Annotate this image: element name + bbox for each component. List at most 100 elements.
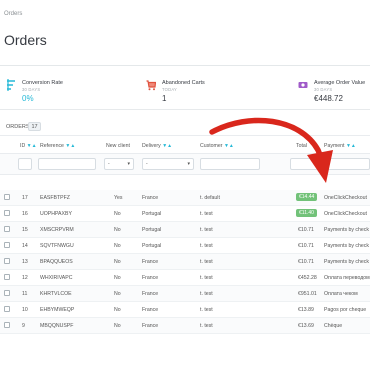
filter-total-input[interactable] <box>290 158 318 170</box>
kpi-row: Conversion Rate 30 DAYS 0% Abandoned Car… <box>0 70 370 110</box>
cell-customer: t. test <box>200 259 213 265</box>
sort-icon[interactable]: ▼▲ <box>224 143 234 149</box>
table-row[interactable]: 9 MBQQNUSPF No France t. test €13.69 Chèque <box>0 318 370 334</box>
column-header-payment[interactable]: Payment ▼▲ <box>324 143 356 149</box>
cell-payment: Payments by check <box>324 227 369 233</box>
cell-reference: KHRTVLCOE <box>40 291 72 297</box>
cell-reference: BPAQQUEOS <box>40 259 73 265</box>
cell-customer: t. test <box>200 291 213 297</box>
filter-payment-input[interactable] <box>324 158 370 170</box>
cell-id: 13 <box>22 259 28 265</box>
cell-id: 14 <box>22 243 28 249</box>
sort-icon[interactable]: ▼▲ <box>162 143 172 149</box>
filter-reference-input[interactable] <box>38 158 96 170</box>
cell-reference: SQVTFNWGU <box>40 243 74 249</box>
kpi-period: 30 DAYS <box>22 87 41 92</box>
row-checkbox[interactable] <box>4 258 10 264</box>
cell-delivery: Portugal <box>142 211 162 217</box>
cell-customer: t. test <box>200 211 213 217</box>
cell-total: €10.71 <box>298 243 314 249</box>
page-header: Orders Orders <box>0 0 370 66</box>
kpi-label: Average Order Value <box>314 80 366 86</box>
kpi-period: 30 DAYS <box>314 87 333 92</box>
money-icon <box>298 82 308 88</box>
cell-customer: t. test <box>200 323 213 329</box>
sort-icon[interactable]: ▼▲ <box>27 143 37 149</box>
cell-id: 10 <box>22 307 28 313</box>
table-header: ID ▼▲ Reference ▼▲ New client Delivery ▼… <box>0 140 370 152</box>
sort-icon[interactable]: ▼▲ <box>346 143 356 149</box>
kpi-label: Abandoned Carts <box>162 80 205 86</box>
table-row[interactable]: 13 BPAQQUEOS No France t. test €10.71 Payments… <box>0 254 370 270</box>
table-row[interactable]: 12 WHXIRIVAPC No France t. test €452.28 Оплата… <box>0 270 370 286</box>
row-checkbox[interactable] <box>4 274 10 280</box>
cell-total: €951.01 <box>298 291 317 297</box>
kpi-period: TODAY <box>162 87 178 92</box>
filter-delivery-select[interactable]: - ▾ <box>142 158 194 170</box>
cell-payment: Chèque <box>324 323 343 329</box>
orders-count-badge: 17 <box>28 122 41 131</box>
table-row[interactable]: 14 SQVTFNWGU No Portugal t. test €10.71 Paymen… <box>0 238 370 254</box>
cell-new-client: No <box>114 211 121 217</box>
column-header-reference[interactable]: Reference ▼▲ <box>40 143 75 149</box>
cell-reference: EASFBTPFZ <box>40 195 70 201</box>
table-row[interactable]: 15 XMSCRPVRM No Portugal t. test €10.71 Paymen… <box>0 222 370 238</box>
cell-id: 12 <box>22 275 28 281</box>
chevron-down-icon: ▾ <box>127 161 130 167</box>
filter-id-input[interactable] <box>18 158 32 170</box>
row-checkbox[interactable] <box>4 226 10 232</box>
table-row[interactable]: 10 EHBYMWEQP No France t. test €13.89 Pagos po… <box>0 302 370 318</box>
column-header-delivery[interactable]: Delivery ▼▲ <box>142 143 172 149</box>
column-header-id[interactable]: ID ▼▲ <box>20 143 37 149</box>
cell-delivery: France <box>142 275 159 281</box>
cell-new-client: No <box>114 227 121 233</box>
orders-panel-heading: ORDERS 17 <box>0 118 370 136</box>
page-title: Orders <box>4 32 47 48</box>
cell-customer: t. test <box>200 227 213 233</box>
cell-payment: Оплата переводом <box>324 275 370 281</box>
cell-total-badge: €14.44 <box>296 193 318 201</box>
sort-icon[interactable]: ▼▲ <box>65 143 75 149</box>
row-checkbox[interactable] <box>4 290 10 296</box>
row-checkbox[interactable] <box>4 242 10 248</box>
cell-total: €13.69 <box>298 323 314 329</box>
row-checkbox[interactable] <box>4 210 10 216</box>
cell-id: 11 <box>22 291 28 297</box>
breadcrumb[interactable]: Orders <box>4 11 22 17</box>
cell-payment: OneClickCheckout <box>324 195 367 201</box>
column-header-customer[interactable]: Customer ▼▲ <box>200 143 234 149</box>
table-row[interactable]: 16 UOPHPAXBY No Portugal t. test €11.40 OneCli… <box>0 206 370 222</box>
cell-customer: t. test <box>200 243 213 249</box>
cell-reference: EHBYMWEQP <box>40 307 75 313</box>
cell-payment: OneClickCheckout <box>324 211 367 217</box>
cell-payment: Pagos por cheque <box>324 307 367 313</box>
cell-delivery: Portugal <box>142 243 162 249</box>
table-row[interactable]: 17 EASFBTPFZ Yes France t. default €14.44 OneC… <box>0 190 370 206</box>
cell-new-client: No <box>114 291 121 297</box>
cell-new-client: No <box>114 323 121 329</box>
row-checkbox[interactable] <box>4 306 10 312</box>
kpi-value: €448.72 <box>314 94 343 103</box>
cart-icon <box>146 80 156 91</box>
cell-delivery: France <box>142 307 159 313</box>
cell-id: 17 <box>22 195 28 201</box>
column-header-total[interactable]: Total <box>296 143 307 149</box>
cell-total-badge: €11.40 <box>296 209 317 217</box>
filter-customer-input[interactable] <box>200 158 260 170</box>
cell-total: €10.71 <box>298 259 314 265</box>
cell-reference: XMSCRPVRM <box>40 227 74 233</box>
row-checkbox[interactable] <box>4 194 10 200</box>
row-checkbox[interactable] <box>4 322 10 328</box>
cell-total: €13.89 <box>298 307 314 313</box>
table-row[interactable]: 11 KHRTVLCOE No France t. test €951.01 Оплата … <box>0 286 370 302</box>
cell-new-client: No <box>114 259 121 265</box>
cell-reference: WHXIRIVAPC <box>40 275 73 281</box>
cell-reference: MBQQNUSPF <box>40 323 74 329</box>
cell-new-client: No <box>114 307 121 313</box>
kpi-value: 1 <box>162 94 167 103</box>
kpi-label: Conversion Rate <box>22 80 63 86</box>
cell-payment: Payments by check <box>324 243 369 249</box>
filter-new-client-select[interactable]: - ▾ <box>104 158 134 170</box>
cell-customer: t. default <box>200 195 220 201</box>
cell-id: 16 <box>22 211 28 217</box>
